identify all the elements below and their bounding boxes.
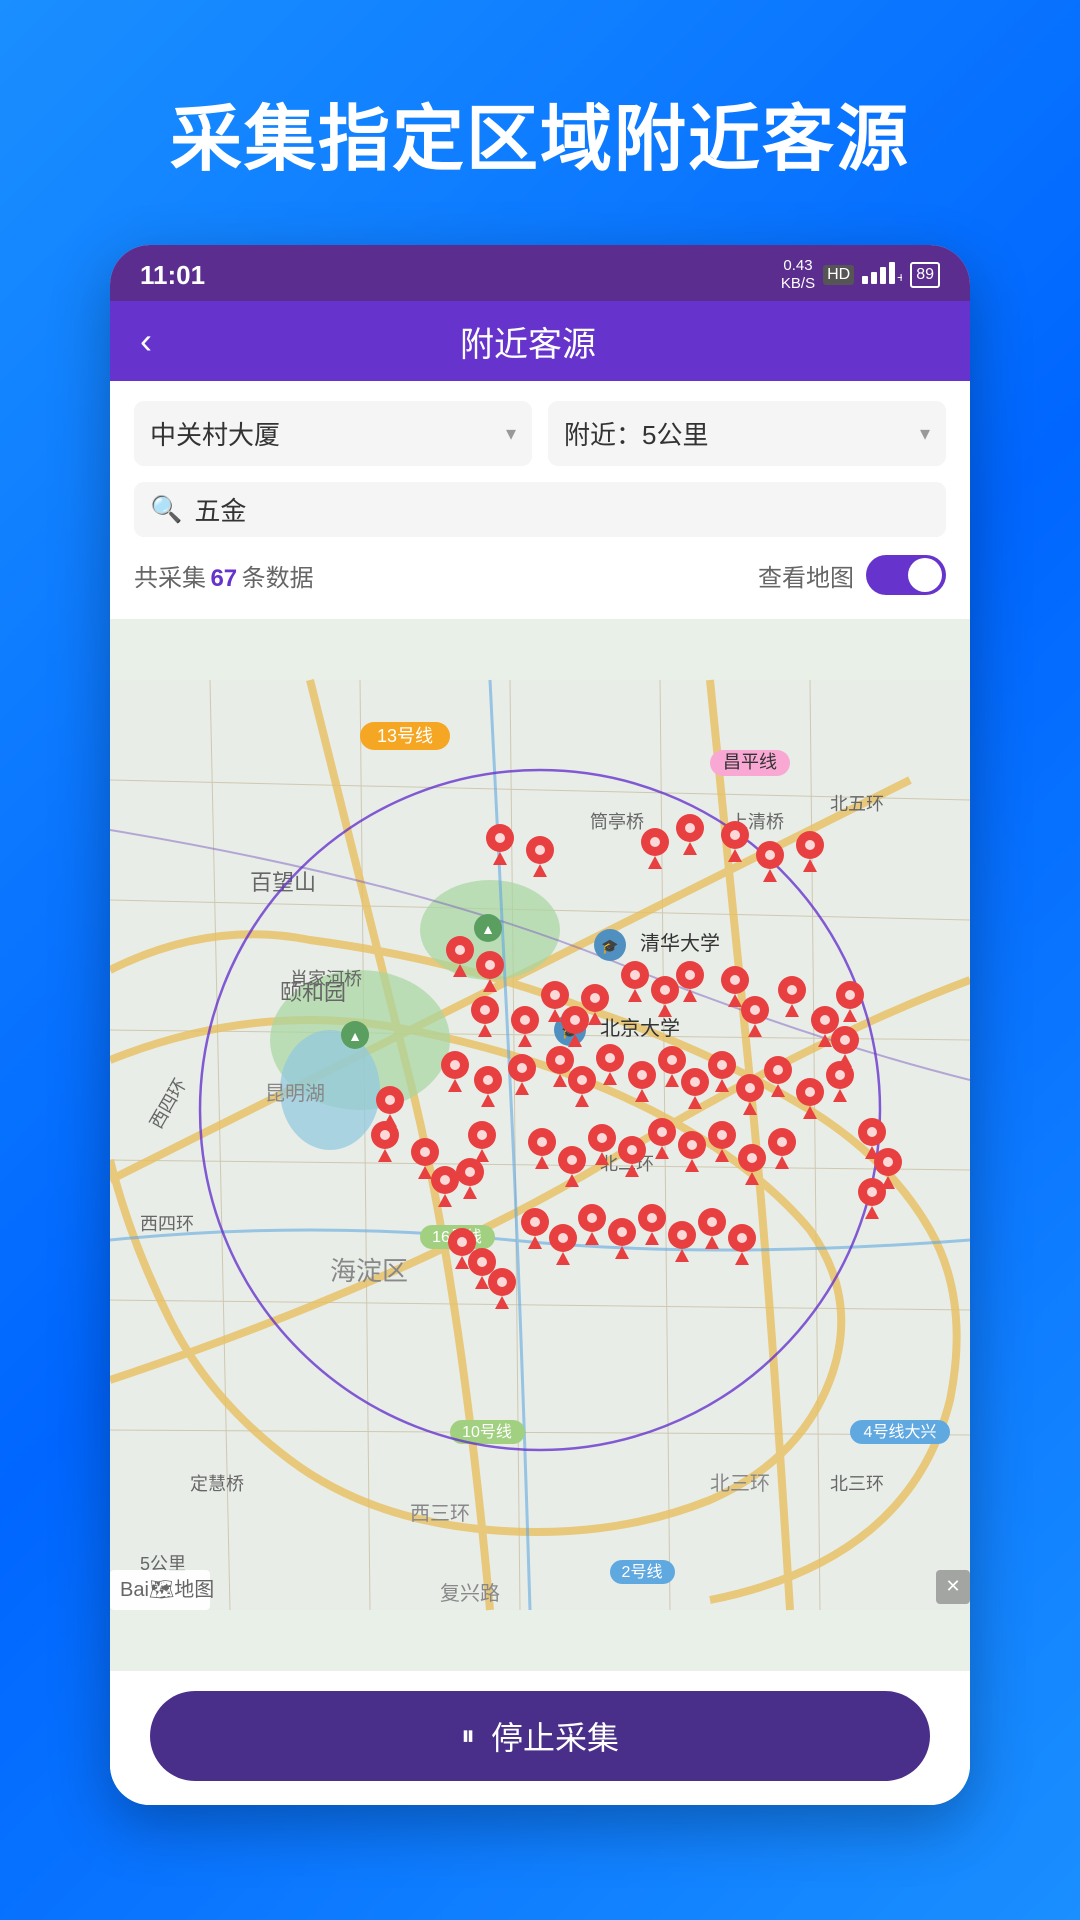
stats-count: 67 <box>210 565 237 592</box>
map-area[interactable]: 13号线 昌平线 16号线 10号线 4号线大兴 2号线 百望山 颐和园 昆明湖… <box>110 619 970 1671</box>
svg-text:北京大学: 北京大学 <box>600 1017 680 1040</box>
location-value: 中关村大厦 <box>150 415 280 452</box>
toggle-knob <box>908 558 942 592</box>
network-icon: + <box>862 262 902 289</box>
select-row: 中关村大厦 ▾ 附近：5公里 ▾ <box>134 401 946 466</box>
svg-text:昌平线: 昌平线 <box>723 752 777 772</box>
svg-text:▲: ▲ <box>481 921 495 937</box>
svg-text:昆明湖: 昆明湖 <box>265 1082 325 1105</box>
svg-text:✕: ✕ <box>945 1576 960 1596</box>
svg-text:清华大学: 清华大学 <box>640 932 720 955</box>
hd-badge: HD <box>823 265 854 285</box>
nav-title: 附近客源 <box>172 317 884 366</box>
svg-text:北三环: 北三环 <box>830 1474 884 1494</box>
svg-text:海淀区: 海淀区 <box>330 1256 408 1286</box>
location-select[interactable]: 中关村大厦 ▾ <box>134 401 532 466</box>
svg-text:筒亭桥: 筒亭桥 <box>590 812 644 832</box>
svg-text:西三环: 西三环 <box>410 1503 470 1525</box>
page-title: 采集指定区域附近客源 <box>130 0 950 245</box>
status-bar: 11:01 0.43 KB/S HD + 89 <box>110 245 970 301</box>
map-toggle-label: 查看地图 <box>758 558 854 593</box>
svg-text:肖家河桥: 肖家河桥 <box>290 969 362 989</box>
battery-icon: 89 <box>910 262 940 288</box>
stats-prefix: 共采集 <box>134 565 206 592</box>
pause-icon: ⏸ <box>461 1720 475 1753</box>
svg-text:Bai🗺地图: Bai🗺地图 <box>120 1578 214 1601</box>
location-chevron: ▾ <box>506 421 516 446</box>
stats-text: 共采集 67 条数据 <box>134 558 314 593</box>
search-icon: 🔍 <box>150 494 182 525</box>
status-icons: 0.43 KB/S HD + 89 <box>781 257 940 293</box>
svg-text:定慧桥: 定慧桥 <box>190 1474 244 1494</box>
svg-text:西四环: 西四环 <box>140 1214 194 1234</box>
stop-button-area: ⏸ 停止采集 <box>110 1671 970 1805</box>
stop-label: 停止采集 <box>491 1713 619 1759</box>
back-button[interactable]: ‹ <box>140 320 152 362</box>
search-input[interactable] <box>194 494 930 525</box>
stats-row: 共采集 67 条数据 查看地图 <box>134 551 946 603</box>
map-toggle-area: 查看地图 <box>758 555 946 595</box>
svg-text:百望山: 百望山 <box>250 870 316 895</box>
status-speed: 0.43 KB/S <box>781 257 815 293</box>
nearby-select[interactable]: 附近：5公里 ▾ <box>548 401 946 466</box>
svg-text:2号线: 2号线 <box>622 1563 663 1581</box>
nearby-chevron: ▾ <box>920 421 930 446</box>
status-time: 11:01 <box>140 260 205 291</box>
stop-collect-button[interactable]: ⏸ 停止采集 <box>150 1691 930 1781</box>
search-box: 🔍 <box>134 482 946 537</box>
svg-text:🎓: 🎓 <box>601 938 618 955</box>
svg-text:复兴路: 复兴路 <box>440 1582 500 1605</box>
nav-bar: ‹ 附近客源 <box>110 301 970 381</box>
svg-text:+: + <box>897 269 902 284</box>
svg-text:4号线大兴: 4号线大兴 <box>864 1423 937 1441</box>
svg-text:▲: ▲ <box>348 1028 362 1044</box>
svg-text:10号线: 10号线 <box>462 1423 512 1441</box>
svg-text:13号线: 13号线 <box>377 726 433 746</box>
svg-text:北五环: 北五环 <box>830 794 884 814</box>
svg-text:北三环: 北三环 <box>710 1472 770 1495</box>
phone-frame: 11:01 0.43 KB/S HD + 89 ‹ 附 <box>110 245 970 1805</box>
controls-panel: 中关村大厦 ▾ 附近：5公里 ▾ 🔍 共采集 67 条数据 查看地图 <box>110 381 970 619</box>
stats-suffix: 条数据 <box>242 565 314 592</box>
map-toggle-switch[interactable] <box>866 555 946 595</box>
nearby-value: 附近：5公里 <box>564 415 708 452</box>
